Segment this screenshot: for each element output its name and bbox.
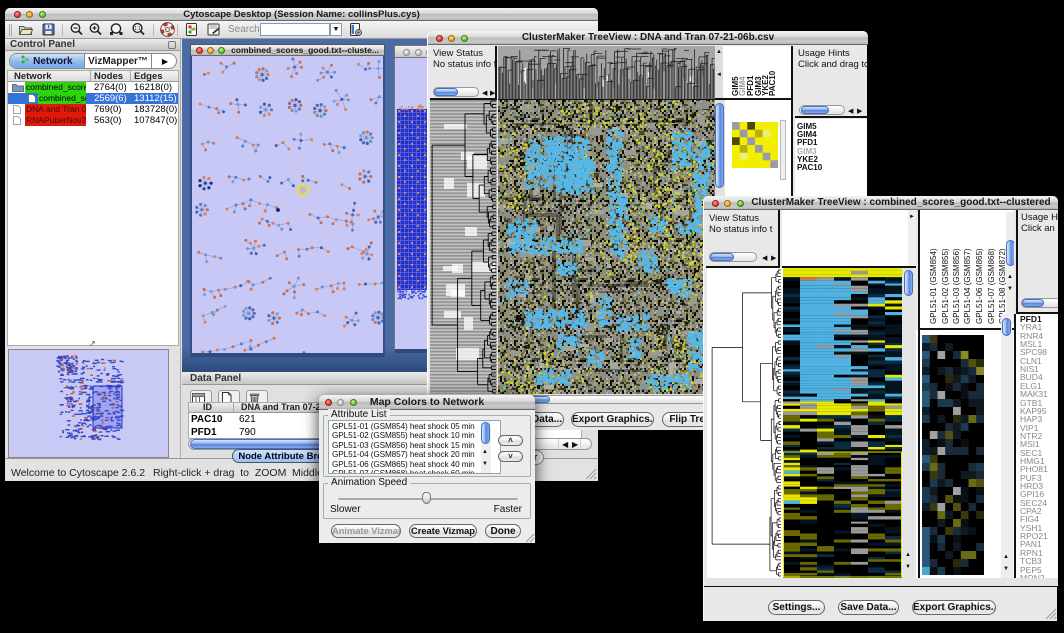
svg-text:1:1: 1:1 — [134, 26, 141, 32]
